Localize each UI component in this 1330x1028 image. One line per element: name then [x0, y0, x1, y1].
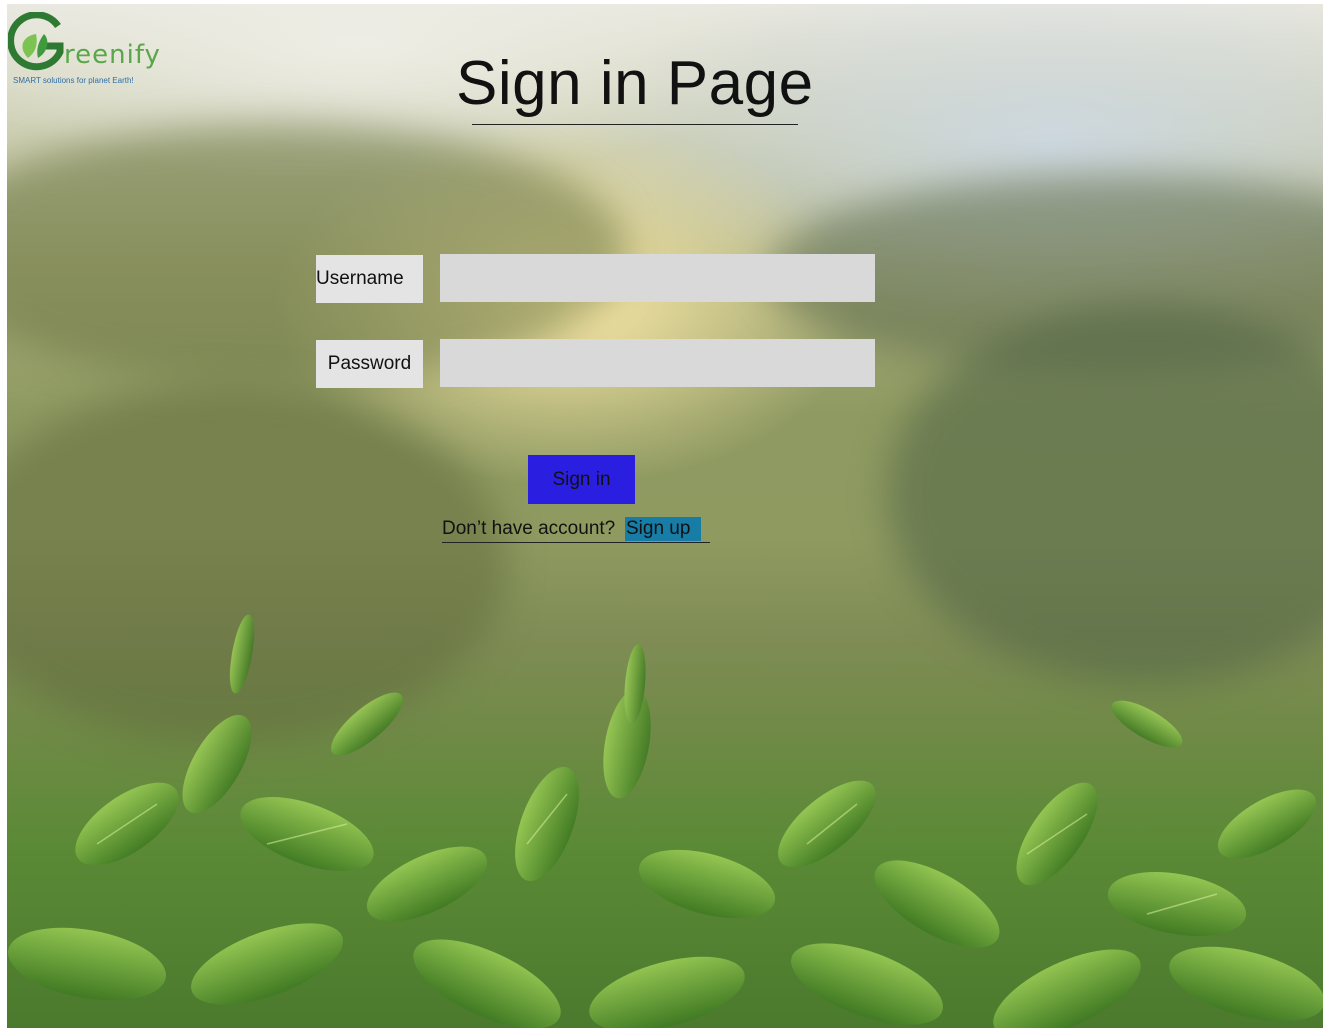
tea-leaves-foreground: [7, 614, 1323, 1028]
title-underline: [472, 124, 798, 125]
page-title: Sign in Page: [456, 49, 814, 118]
username-label: Username: [316, 255, 423, 303]
signup-prompt-row: Don’t have account? Sign up: [442, 517, 710, 543]
logo-tagline: SMART solutions for planet Earth!: [13, 76, 134, 85]
password-label: Password: [316, 340, 423, 388]
background-landscape-image: [7, 4, 1323, 1028]
sign-in-button[interactable]: Sign in: [528, 455, 635, 504]
logo-wordmark: reenify: [64, 40, 161, 70]
greenify-logo: reenify SMART solutions for planet Earth…: [8, 12, 168, 92]
password-input[interactable]: [440, 339, 875, 387]
signup-prompt-text: Don’t have account?: [442, 518, 616, 539]
username-input[interactable]: [440, 254, 875, 302]
sign-up-link[interactable]: Sign up: [625, 517, 701, 541]
logo-g-leaf-icon: [8, 12, 64, 71]
